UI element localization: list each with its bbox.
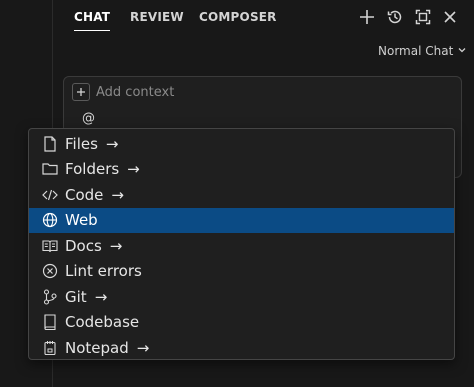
expand-icon[interactable]: [412, 6, 434, 28]
arrow-right-icon: →: [127, 160, 140, 179]
menu-item-label: Notepad: [65, 338, 129, 357]
menu-item-label: Folders: [65, 160, 120, 179]
chat-mode-label: Normal Chat: [378, 44, 454, 58]
arrow-right-icon: →: [111, 185, 124, 204]
chat-header: CHAT REVIEW COMPOSER: [53, 0, 474, 36]
menu-item-codebase[interactable]: Codebase: [29, 310, 454, 336]
tab-chat[interactable]: CHAT: [74, 10, 111, 31]
plus-icon[interactable]: [356, 6, 378, 28]
close-icon[interactable]: [439, 6, 461, 28]
menu-item-label: Lint errors: [65, 262, 142, 281]
tab-composer[interactable]: COMPOSER: [199, 10, 277, 24]
chevron-down-icon: [457, 44, 467, 58]
mention-menu: Files → Folders → Code → Web Docs → Lint…: [28, 128, 455, 360]
arrow-right-icon: →: [109, 236, 123, 255]
menu-item-files[interactable]: Files →: [29, 131, 454, 157]
tab-review[interactable]: REVIEW: [130, 10, 184, 24]
git-icon: [41, 288, 59, 306]
menu-item-notepad[interactable]: Notepad →: [29, 335, 454, 361]
arrow-right-icon: →: [94, 287, 108, 306]
book-icon: [41, 237, 59, 255]
notepad-icon: [41, 339, 59, 357]
chat-mode-select[interactable]: Normal Chat: [378, 44, 467, 58]
plus-icon: [72, 83, 90, 101]
menu-item-label: Code: [65, 185, 104, 204]
add-context-button[interactable]: Add context: [72, 83, 174, 101]
history-icon[interactable]: [384, 6, 406, 28]
menu-item-web[interactable]: Web: [29, 207, 454, 233]
add-context-label: Add context: [96, 84, 175, 100]
folder-icon: [41, 160, 59, 178]
codebase-icon: [41, 313, 59, 331]
menu-item-label: Git: [65, 287, 87, 306]
menu-item-git[interactable]: Git →: [29, 284, 454, 310]
globe-icon: [41, 211, 59, 229]
code-icon: [41, 186, 59, 204]
arrow-right-icon: →: [136, 338, 150, 357]
menu-item-lint-errors[interactable]: Lint errors: [29, 259, 454, 285]
arrow-right-icon: →: [105, 134, 119, 153]
menu-item-folders[interactable]: Folders →: [29, 157, 454, 183]
menu-item-docs[interactable]: Docs →: [29, 233, 454, 259]
menu-item-label: Codebase: [65, 313, 140, 332]
file-icon: [41, 135, 59, 153]
menu-item-label: Files: [65, 134, 98, 153]
menu-item-label: Web: [65, 211, 98, 230]
error-circle-icon: [41, 262, 59, 280]
menu-item-code[interactable]: Code →: [29, 182, 454, 208]
composer-input-text[interactable]: @: [82, 111, 95, 126]
menu-item-label: Docs: [65, 236, 102, 255]
